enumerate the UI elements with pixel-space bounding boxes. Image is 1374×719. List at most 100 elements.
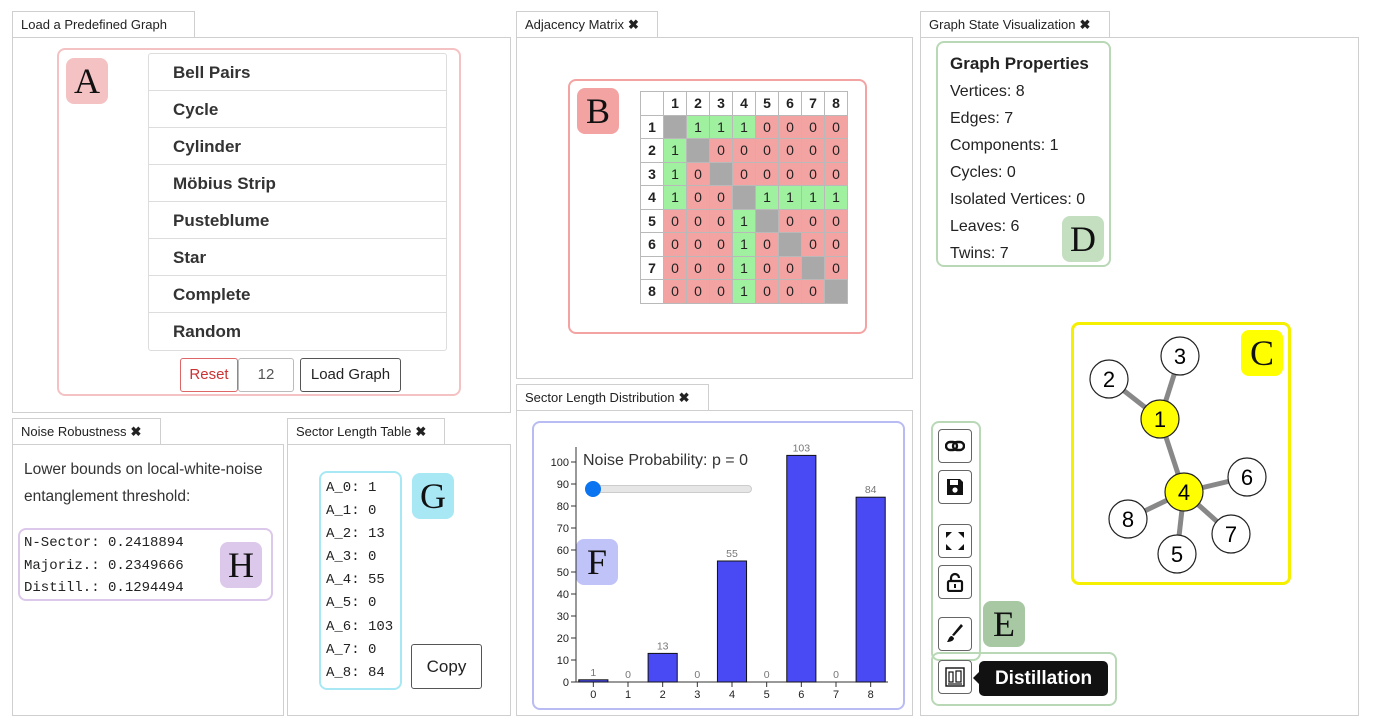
matrix-cell[interactable]: 0 — [709, 138, 733, 163]
matrix-cell[interactable]: 0 — [755, 161, 779, 186]
matrix-cell[interactable]: 0 — [663, 279, 687, 304]
matrix-cell[interactable]: 0 — [824, 138, 848, 163]
node-5[interactable]: 5 — [1157, 534, 1197, 574]
node-2[interactable]: 2 — [1089, 359, 1129, 399]
matrix-cell[interactable]: 0 — [709, 232, 733, 257]
matrix-cell[interactable]: 0 — [778, 114, 802, 139]
x-tick-label: 5 — [764, 689, 770, 701]
matrix-cell[interactable]: 0 — [755, 138, 779, 163]
matrix-cell[interactable]: 0 — [686, 255, 710, 280]
tab-graph-state-visualization[interactable]: Graph State Visualization ✖ — [920, 11, 1110, 37]
matrix-cell[interactable]: 1 — [732, 279, 756, 304]
matrix-cell[interactable]: 1 — [709, 114, 733, 139]
matrix-cell[interactable]: 1 — [663, 161, 687, 186]
matrix-diagonal-cell — [778, 232, 802, 257]
save-icon — [947, 479, 963, 495]
close-icon[interactable]: ✖ — [415, 424, 426, 439]
matrix-cell[interactable]: 0 — [686, 161, 710, 186]
graph-item-star[interactable]: Star — [149, 239, 446, 276]
matrix-cell[interactable]: 1 — [778, 185, 802, 210]
matrix-cell[interactable]: 0 — [778, 161, 802, 186]
matrix-cell[interactable]: 0 — [778, 255, 802, 280]
matrix-cell[interactable]: 0 — [824, 208, 848, 233]
save-button[interactable] — [938, 470, 972, 504]
distillation-button[interactable] — [938, 660, 972, 694]
unlock-layout-button[interactable] — [938, 565, 972, 599]
node-3[interactable]: 3 — [1160, 336, 1200, 376]
matrix-cell[interactable]: 0 — [755, 279, 779, 304]
copy-button[interactable]: Copy — [411, 644, 482, 689]
matrix-cell[interactable]: 1 — [755, 185, 779, 210]
matrix-cell[interactable]: 0 — [824, 161, 848, 186]
matrix-cell[interactable]: 0 — [755, 114, 779, 139]
fit-view-button[interactable] — [938, 524, 972, 558]
graph-canvas[interactable]: 1 2 3 4 5 6 7 8 — [1071, 322, 1291, 585]
matrix-cell[interactable]: 0 — [778, 279, 802, 304]
reset-button[interactable]: Reset — [180, 358, 238, 392]
matrix-cell[interactable]: 0 — [801, 114, 825, 139]
node-8[interactable]: 8 — [1108, 499, 1148, 539]
tab-adjacency-matrix[interactable]: Adjacency Matrix ✖ — [516, 11, 658, 37]
matrix-cell[interactable]: 0 — [801, 138, 825, 163]
tab-label: Load a Predefined Graph — [21, 17, 167, 32]
matrix-cell[interactable]: 0 — [732, 161, 756, 186]
graph-item-cylinder[interactable]: Cylinder — [149, 128, 446, 165]
share-link-button[interactable] — [938, 429, 972, 463]
close-icon[interactable]: ✖ — [131, 424, 142, 439]
matrix-cell[interactable]: 0 — [663, 208, 687, 233]
tab-noise-robustness[interactable]: Noise Robustness ✖ — [12, 418, 161, 444]
sector-length-a1: A_1: 0 — [326, 503, 377, 520]
matrix-cell[interactable]: 0 — [663, 255, 687, 280]
paint-brush-button[interactable] — [938, 617, 972, 651]
matrix-cell[interactable]: 1 — [663, 185, 687, 210]
tab-sector-length-table[interactable]: Sector Length Table ✖ — [287, 418, 445, 444]
close-icon[interactable]: ✖ — [628, 17, 639, 32]
matrix-cell[interactable]: 0 — [709, 255, 733, 280]
matrix-cell[interactable]: 0 — [686, 208, 710, 233]
matrix-cell[interactable]: 0 — [755, 232, 779, 257]
matrix-cell[interactable]: 0 — [709, 208, 733, 233]
tab-sector-length-distribution[interactable]: Sector Length Distribution ✖ — [516, 384, 709, 410]
close-icon[interactable]: ✖ — [679, 390, 690, 405]
matrix-cell[interactable]: 0 — [709, 185, 733, 210]
matrix-cell[interactable]: 0 — [801, 161, 825, 186]
graph-item-bell-pairs[interactable]: Bell Pairs — [149, 54, 446, 91]
matrix-cell[interactable]: 0 — [824, 232, 848, 257]
graph-size-input[interactable]: 12 — [238, 358, 294, 392]
graph-item-cycle[interactable]: Cycle — [149, 91, 446, 128]
graph-item-mobius-strip[interactable]: Möbius Strip — [149, 165, 446, 202]
matrix-cell[interactable]: 0 — [686, 232, 710, 257]
matrix-cell[interactable]: 0 — [824, 114, 848, 139]
graph-item-random[interactable]: Random — [149, 313, 446, 350]
matrix-cell[interactable]: 0 — [778, 138, 802, 163]
matrix-cell[interactable]: 1 — [824, 185, 848, 210]
tab-label: Sector Length Table — [296, 424, 412, 439]
matrix-cell[interactable]: 0 — [663, 232, 687, 257]
matrix-cell[interactable]: 0 — [686, 279, 710, 304]
matrix-cell[interactable]: 1 — [686, 114, 710, 139]
matrix-cell[interactable]: 0 — [801, 279, 825, 304]
node-1[interactable]: 1 — [1140, 399, 1180, 439]
node-4[interactable]: 4 — [1164, 472, 1204, 512]
tab-load-predefined-graph[interactable]: Load a Predefined Graph — [12, 11, 195, 37]
matrix-cell[interactable]: 1 — [732, 114, 756, 139]
matrix-cell[interactable]: 1 — [732, 232, 756, 257]
close-icon[interactable]: ✖ — [1079, 17, 1090, 32]
matrix-cell[interactable]: 1 — [732, 255, 756, 280]
matrix-cell[interactable]: 0 — [778, 208, 802, 233]
load-graph-button[interactable]: Load Graph — [300, 358, 401, 392]
matrix-cell[interactable]: 0 — [801, 232, 825, 257]
matrix-cell[interactable]: 0 — [801, 208, 825, 233]
node-7[interactable]: 7 — [1211, 514, 1251, 554]
graph-item-complete[interactable]: Complete — [149, 276, 446, 313]
graph-item-pusteblume[interactable]: Pusteblume — [149, 202, 446, 239]
matrix-cell[interactable]: 1 — [801, 185, 825, 210]
matrix-cell[interactable]: 0 — [686, 185, 710, 210]
matrix-cell[interactable]: 0 — [732, 138, 756, 163]
node-6[interactable]: 6 — [1227, 457, 1267, 497]
matrix-cell[interactable]: 0 — [755, 255, 779, 280]
matrix-cell[interactable]: 1 — [732, 208, 756, 233]
matrix-cell[interactable]: 0 — [824, 255, 848, 280]
matrix-cell[interactable]: 0 — [709, 279, 733, 304]
matrix-cell[interactable]: 1 — [663, 138, 687, 163]
